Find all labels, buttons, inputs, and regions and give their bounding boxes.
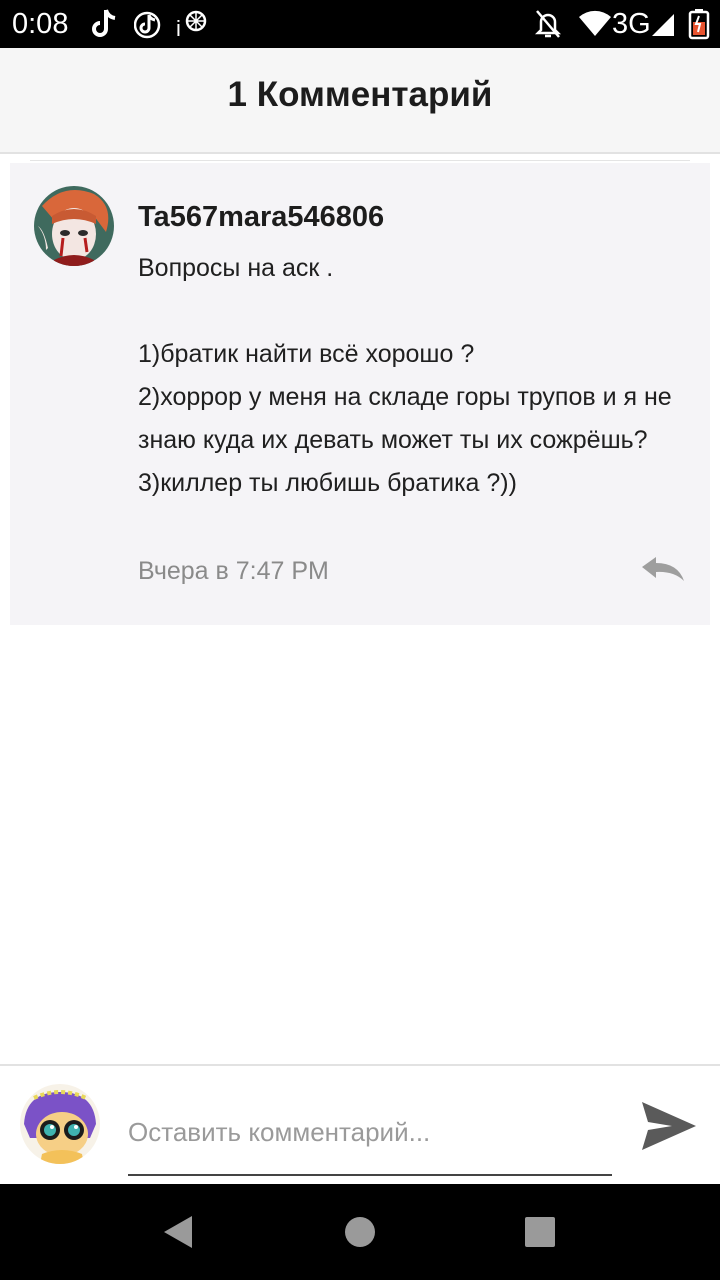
home-icon [345,1217,375,1247]
send-icon [642,1102,696,1150]
avatar[interactable] [20,1084,100,1164]
comment-timestamp: Вчера в 7:47 PM [138,557,329,585]
home-button[interactable] [344,1216,376,1253]
tiktok-icon [90,8,118,45]
battery-icon [688,8,710,45]
page-title: 1 Комментарий [227,75,493,114]
status-time: 0:08 [12,8,69,40]
back-icon [164,1216,192,1248]
reply-button[interactable] [640,555,686,585]
comment-author[interactable]: Ta567mara546806 [138,199,384,235]
comment-text: Вопросы на аск . 1)братик найти всё хоро… [138,254,672,497]
comments-header: 1 Комментарий [0,48,720,154]
comment-card: Ta567mara546806 Вопросы на аск . 1)брати… [10,163,710,625]
send-button[interactable] [640,1098,698,1154]
status-bar: 0:08 i 3G [0,0,720,48]
network-type: 3G [612,8,651,40]
signal-icon [650,8,676,45]
back-button[interactable] [160,1214,196,1255]
comment-input[interactable] [128,1102,612,1176]
navigation-bar [0,1184,720,1280]
recents-button[interactable] [524,1216,556,1253]
svg-text:i: i [176,16,181,40]
tiktok-icon [133,8,162,45]
do-not-disturb-icon [534,8,562,45]
recents-icon [525,1217,555,1247]
ip-app-icon: i [176,8,208,45]
reply-icon [642,557,684,581]
avatar[interactable] [34,186,114,266]
comment-input-bar [0,1064,720,1186]
divider [30,160,690,161]
wifi-icon [578,8,612,45]
